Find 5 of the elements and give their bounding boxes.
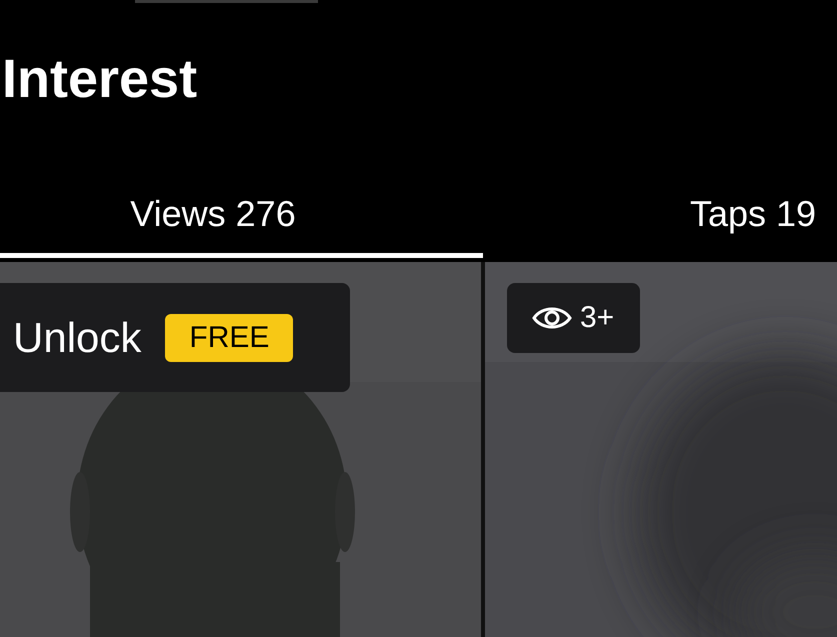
unlock-label: Unlock — [13, 316, 142, 358]
views-count: 3+ — [580, 303, 614, 333]
free-badge: FREE — [165, 314, 294, 362]
page-title: Interest — [2, 52, 198, 106]
unlock-banner[interactable]: Unlock FREE — [0, 283, 350, 392]
